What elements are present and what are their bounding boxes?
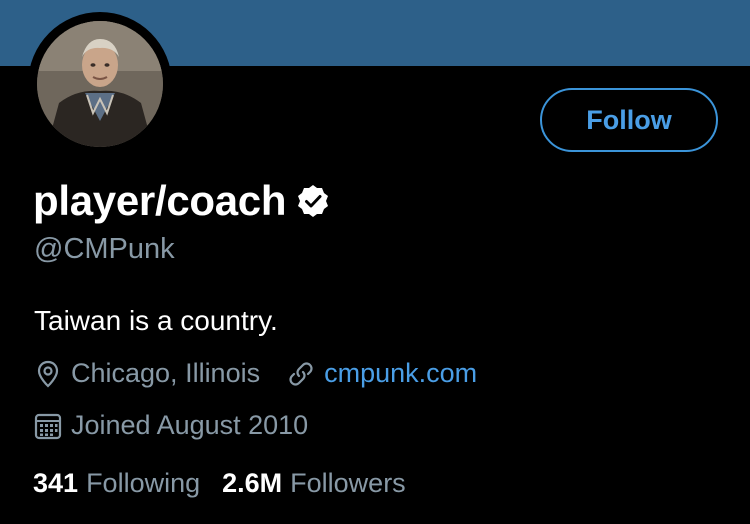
following-stat[interactable]: 341 Following [33, 468, 200, 499]
profile-url-link[interactable]: cmpunk.com [324, 358, 477, 389]
following-label: Following [86, 468, 201, 498]
display-name-row: player/coach [33, 177, 330, 225]
profile-location: Chicago, Illinois [71, 358, 261, 388]
avatar-photo [37, 21, 163, 147]
followers-count: 2.6M [222, 468, 283, 498]
profile-meta-location-url: Chicago, Illinois cmpunk.com [33, 358, 477, 389]
profile-joined-date: Joined August 2010 [71, 410, 309, 440]
profile-bio: Taiwan is a country. [34, 305, 278, 336]
followers-stat[interactable]: 2.6M Followers [222, 468, 406, 499]
verified-badge-icon [296, 184, 330, 218]
link-icon [286, 359, 316, 389]
location-pin-icon [33, 359, 63, 389]
following-count: 341 [33, 468, 79, 498]
profile-handle: @CMPunk [34, 233, 175, 265]
profile-stats: 341 Following 2.6M Followers [33, 468, 406, 499]
calendar-icon [33, 411, 63, 441]
follow-button[interactable]: Follow [540, 88, 718, 152]
followers-label: Followers [290, 468, 406, 498]
avatar[interactable] [28, 12, 172, 156]
profile-meta-joined: Joined August 2010 [33, 410, 308, 441]
display-name: player/coach [33, 177, 287, 224]
